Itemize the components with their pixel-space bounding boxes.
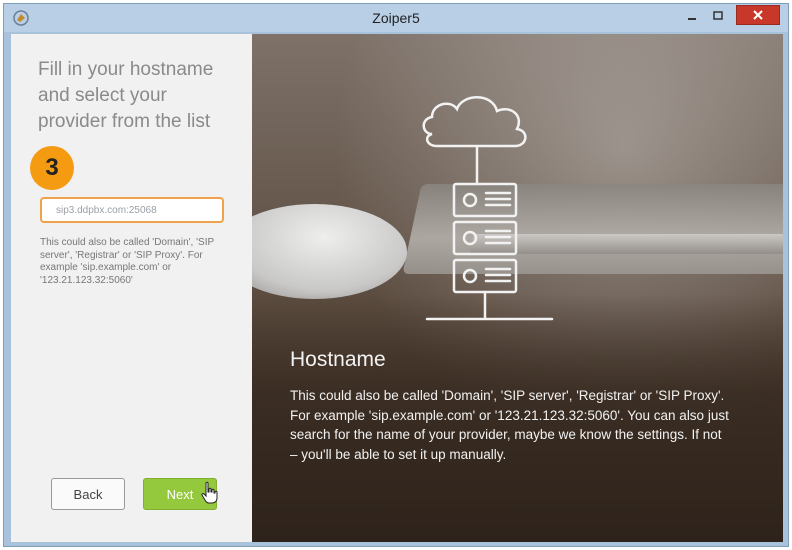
hand-pointer-cursor-icon — [201, 481, 218, 504]
wizard-heading: Fill in your hostname and select your pr… — [38, 59, 214, 132]
info-title: Hostname — [290, 348, 386, 371]
app-window: Zoiper5 Fill in your hostname and select… — [3, 3, 789, 547]
maximize-icon — [713, 11, 723, 20]
hostname-helper-text: This could also be called 'Domain', 'SIP… — [40, 237, 214, 286]
wizard-form-panel: Fill in your hostname and select your pr… — [11, 34, 252, 542]
info-body: This could also be called 'Domain', 'SIP… — [290, 388, 729, 462]
hostname-input[interactable] — [40, 197, 224, 223]
info-panel: Hostname This could also be called 'Doma… — [252, 34, 783, 542]
minimize-icon — [688, 18, 696, 20]
minimize-button[interactable] — [678, 6, 706, 26]
step-number-badge: 3 — [30, 146, 74, 190]
maximize-button[interactable] — [704, 6, 732, 26]
mouse-photo — [252, 204, 407, 299]
window-title: Zoiper5 — [372, 10, 420, 26]
cloud-server-sketch-icon — [422, 96, 554, 321]
title-bar[interactable]: Zoiper5 — [4, 4, 788, 32]
back-button[interactable]: Back — [51, 478, 125, 510]
close-button[interactable] — [736, 5, 780, 25]
close-icon — [753, 10, 763, 20]
